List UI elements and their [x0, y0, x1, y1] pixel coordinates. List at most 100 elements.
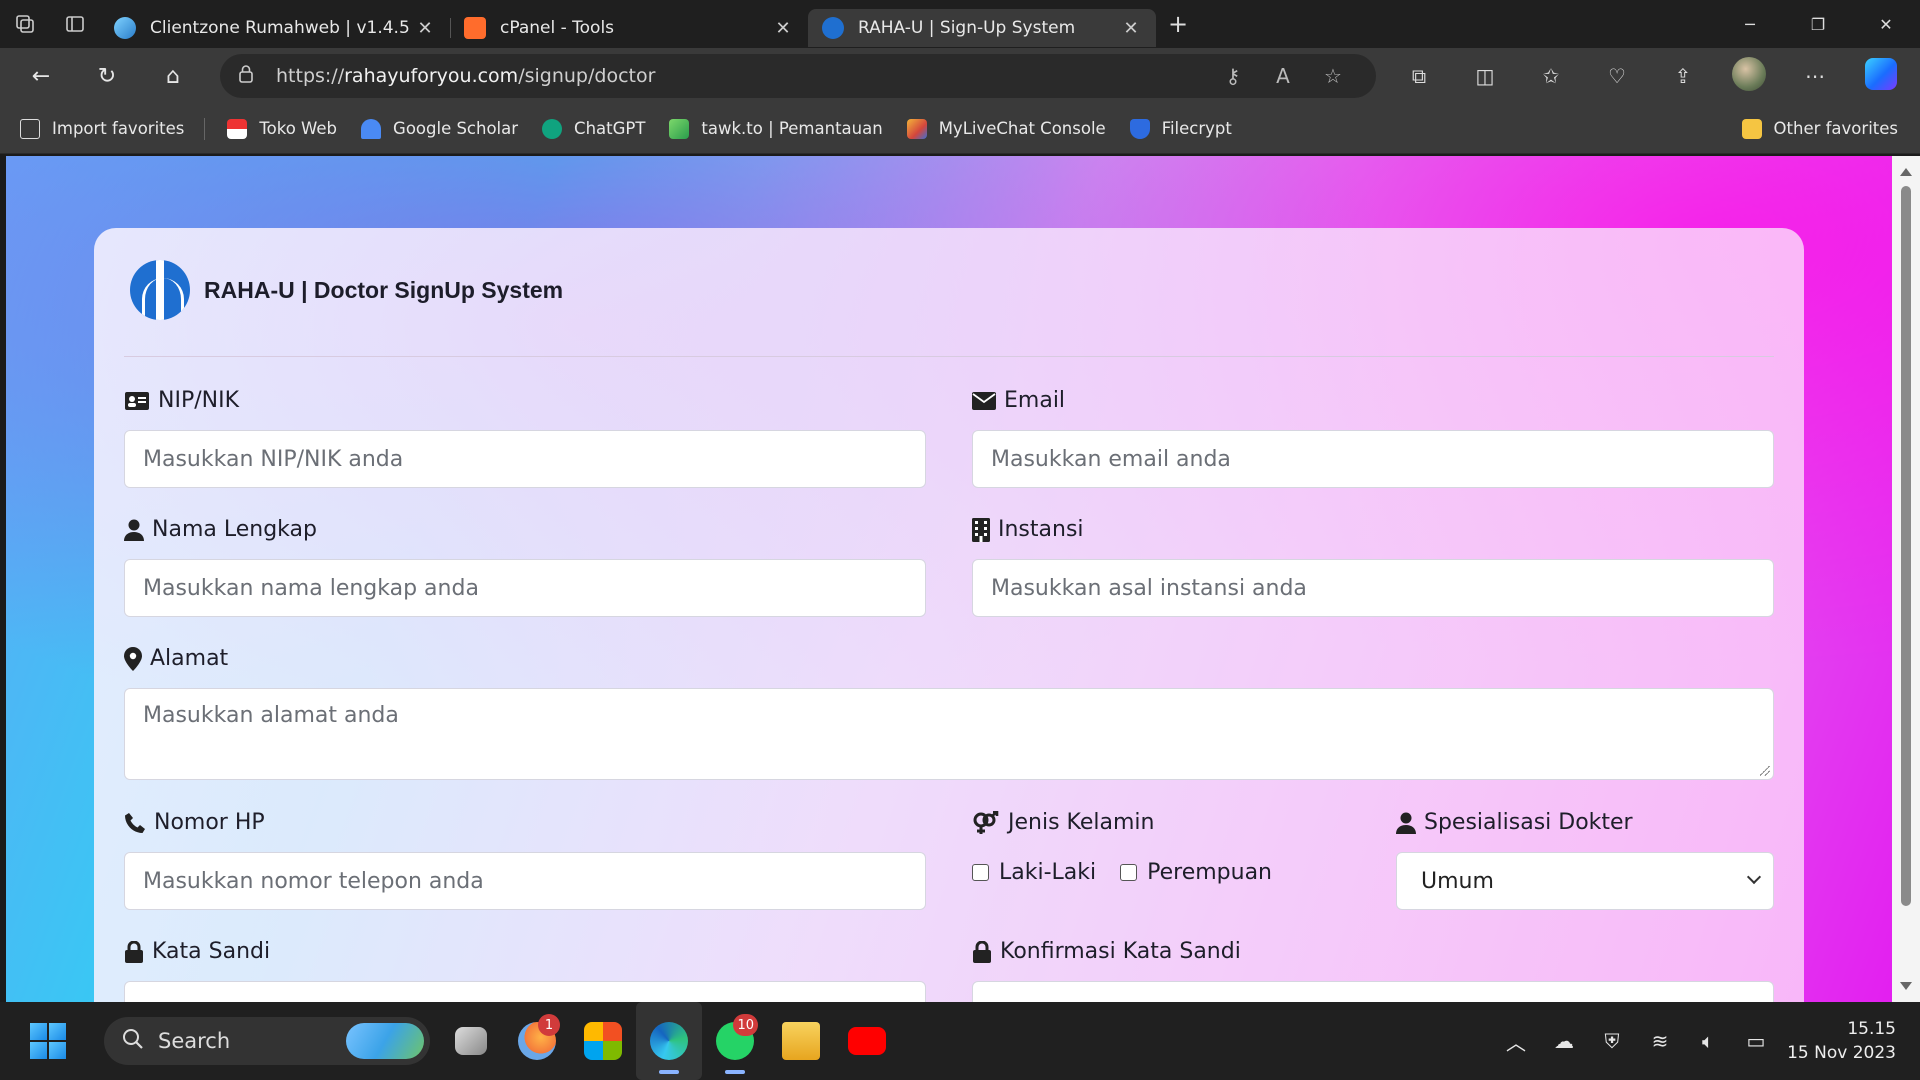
- close-tab-icon[interactable]: ✕: [772, 18, 794, 39]
- workspaces-icon: [16, 15, 34, 33]
- id-card-icon: [124, 391, 150, 411]
- whatsapp-taskbar-button[interactable]: 10: [702, 1002, 768, 1080]
- gender-label-text: Jenis Kelamin: [1008, 810, 1155, 835]
- alamat-placeholder: Masukkan alamat anda: [143, 703, 399, 728]
- nama-input[interactable]: Masukkan nama lengkap anda: [124, 559, 926, 617]
- other-favorites[interactable]: Other favorites: [1741, 118, 1898, 139]
- address-bar[interactable]: https://rahayuforyou.com/signup/doctor ⚷…: [220, 54, 1376, 98]
- signup-card: RAHA-U | Doctor SignUp System NIP/NIK Ma…: [94, 228, 1804, 1002]
- gender-male-label[interactable]: Laki-Laki: [999, 860, 1096, 885]
- bookmark-google-scholar[interactable]: Google Scholar: [361, 118, 518, 139]
- bookmark-toko-web[interactable]: Toko Web: [227, 118, 338, 139]
- bookmark-label: Import favorites: [52, 119, 185, 138]
- taskbar-search[interactable]: Search: [104, 1017, 430, 1065]
- favorites-icon[interactable]: ✩: [1518, 64, 1584, 88]
- chevron-up-icon[interactable]: ︿: [1492, 1027, 1540, 1056]
- edge-taskbar-button[interactable]: [636, 1002, 702, 1080]
- start-button[interactable]: [30, 1023, 66, 1059]
- search-icon: [122, 1028, 144, 1055]
- lock-icon: [238, 64, 254, 89]
- bookmark-label: Toko Web: [259, 119, 338, 138]
- filecrypt-icon: [1129, 118, 1150, 139]
- tab-cpanel[interactable]: cPanel - Tools ✕: [450, 9, 808, 47]
- store-icon: [584, 1022, 622, 1060]
- instansi-input[interactable]: Masukkan asal instansi anda: [972, 559, 1774, 617]
- read-aloud-icon[interactable]: A: [1258, 64, 1308, 88]
- copilot-button[interactable]: [1848, 57, 1914, 95]
- browser-essentials-icon[interactable]: ♡: [1584, 64, 1650, 88]
- split-screen-icon[interactable]: ◫: [1452, 64, 1518, 88]
- browser-tab-bar: Clientzone Rumahweb | v1.4.5 ✕ cPanel - …: [0, 0, 1920, 48]
- bookmark-filecrypt[interactable]: Filecrypt: [1129, 118, 1232, 139]
- security-shield-icon[interactable]: ⛨: [1588, 1029, 1636, 1053]
- gender-female-checkbox[interactable]: [1120, 864, 1138, 881]
- password-input[interactable]: [124, 981, 926, 1002]
- hp-input[interactable]: Masukkan nomor telepon anda: [124, 852, 926, 910]
- page-title: RAHA-U | Doctor SignUp System: [204, 276, 564, 303]
- task-view-button[interactable]: [438, 1002, 504, 1080]
- nip-placeholder: Masukkan NIP/NIK anda: [143, 446, 404, 472]
- gender-female-label[interactable]: Perempuan: [1147, 860, 1272, 885]
- header-divider: [124, 356, 1774, 357]
- battery-icon[interactable]: ▭: [1732, 1029, 1780, 1053]
- restore-button[interactable]: ❐: [1784, 0, 1852, 48]
- onedrive-icon[interactable]: ☁: [1540, 1029, 1588, 1053]
- youtube-icon: [848, 1027, 886, 1055]
- profile-button[interactable]: [1716, 56, 1782, 96]
- chatgpt-icon: [542, 118, 563, 139]
- scrollbar-thumb[interactable]: [1901, 186, 1911, 906]
- home-button[interactable]: ⌂: [140, 48, 206, 104]
- confirm-password-input[interactable]: [972, 981, 1774, 1002]
- email-input[interactable]: Masukkan email anda: [972, 430, 1774, 488]
- instansi-placeholder: Masukkan asal instansi anda: [991, 575, 1307, 601]
- lock-icon: [124, 940, 144, 963]
- close-window-button[interactable]: ✕: [1852, 0, 1920, 48]
- bookmark-label: ChatGPT: [574, 119, 646, 138]
- confirm-password-label-text: Konfirmasi Kata Sandi: [1000, 939, 1241, 964]
- tab-raha-u[interactable]: RAHA-U | Sign-Up System ✕: [808, 9, 1156, 47]
- minimize-button[interactable]: ─: [1716, 0, 1784, 48]
- wifi-icon[interactable]: ≋: [1636, 1029, 1684, 1053]
- card-header: RAHA-U | Doctor SignUp System: [130, 260, 563, 320]
- volume-icon[interactable]: 🔈︎: [1684, 1029, 1732, 1053]
- back-button[interactable]: ←: [8, 48, 74, 104]
- browser-toolbar: ← ↻ ⌂ https://rahayuforyou.com/signup/do…: [0, 48, 1920, 104]
- microsoft-store-button[interactable]: [570, 1002, 636, 1080]
- password-key-icon[interactable]: ⚷: [1208, 64, 1258, 88]
- bookmark-import-favorites[interactable]: Import favorites: [20, 118, 185, 139]
- email-label: Email: [972, 388, 1065, 413]
- clock-date: 15 Nov 2023: [1787, 1043, 1896, 1063]
- lock-icon: [972, 940, 992, 963]
- gender-male-checkbox[interactable]: [972, 864, 989, 881]
- youtube-taskbar-button[interactable]: [834, 1002, 900, 1080]
- workspaces-button[interactable]: [0, 0, 50, 48]
- tab-clientzone[interactable]: Clientzone Rumahweb | v1.4.5 ✕: [100, 9, 450, 47]
- extensions-icon[interactable]: ⧉: [1386, 64, 1452, 88]
- weather-widget-button[interactable]: 1: [504, 1002, 570, 1080]
- bookmark-tawkto[interactable]: tawk.to | Pemantauan: [669, 118, 883, 139]
- resize-handle[interactable]: [1760, 766, 1770, 776]
- page-scrollbar[interactable]: [1892, 156, 1920, 1002]
- close-tab-icon[interactable]: ✕: [414, 18, 436, 39]
- alamat-textarea[interactable]: Masukkan alamat anda: [124, 688, 1774, 780]
- favorite-star-icon[interactable]: ☆: [1308, 64, 1358, 88]
- nip-input[interactable]: Masukkan NIP/NIK anda: [124, 430, 926, 488]
- bookmark-mylivechat[interactable]: MyLiveChat Console: [906, 118, 1106, 139]
- scroll-up-arrow-icon[interactable]: [1900, 168, 1912, 176]
- new-tab-button[interactable]: +: [1156, 2, 1200, 46]
- close-tab-icon[interactable]: ✕: [1120, 18, 1142, 39]
- bookmark-chatgpt[interactable]: ChatGPT: [542, 118, 646, 139]
- favorites-bar: Import favorites Toko Web Google Scholar…: [0, 104, 1920, 154]
- more-icon[interactable]: ⋯: [1782, 64, 1848, 88]
- windows-logo-tile: [49, 1023, 66, 1040]
- file-explorer-button[interactable]: [768, 1002, 834, 1080]
- system-clock[interactable]: 15.15 15 Nov 2023: [1780, 1017, 1920, 1065]
- share-icon[interactable]: ⇪: [1650, 64, 1716, 88]
- refresh-button[interactable]: ↻: [74, 48, 140, 104]
- scroll-down-arrow-icon[interactable]: [1900, 982, 1912, 990]
- scholar-icon: [361, 118, 382, 139]
- spesialisasi-select[interactable]: Umum: [1396, 852, 1774, 910]
- tab-actions-button[interactable]: [50, 0, 100, 48]
- nama-label-text: Nama Lengkap: [152, 517, 317, 542]
- weather-badge: 1: [538, 1014, 560, 1036]
